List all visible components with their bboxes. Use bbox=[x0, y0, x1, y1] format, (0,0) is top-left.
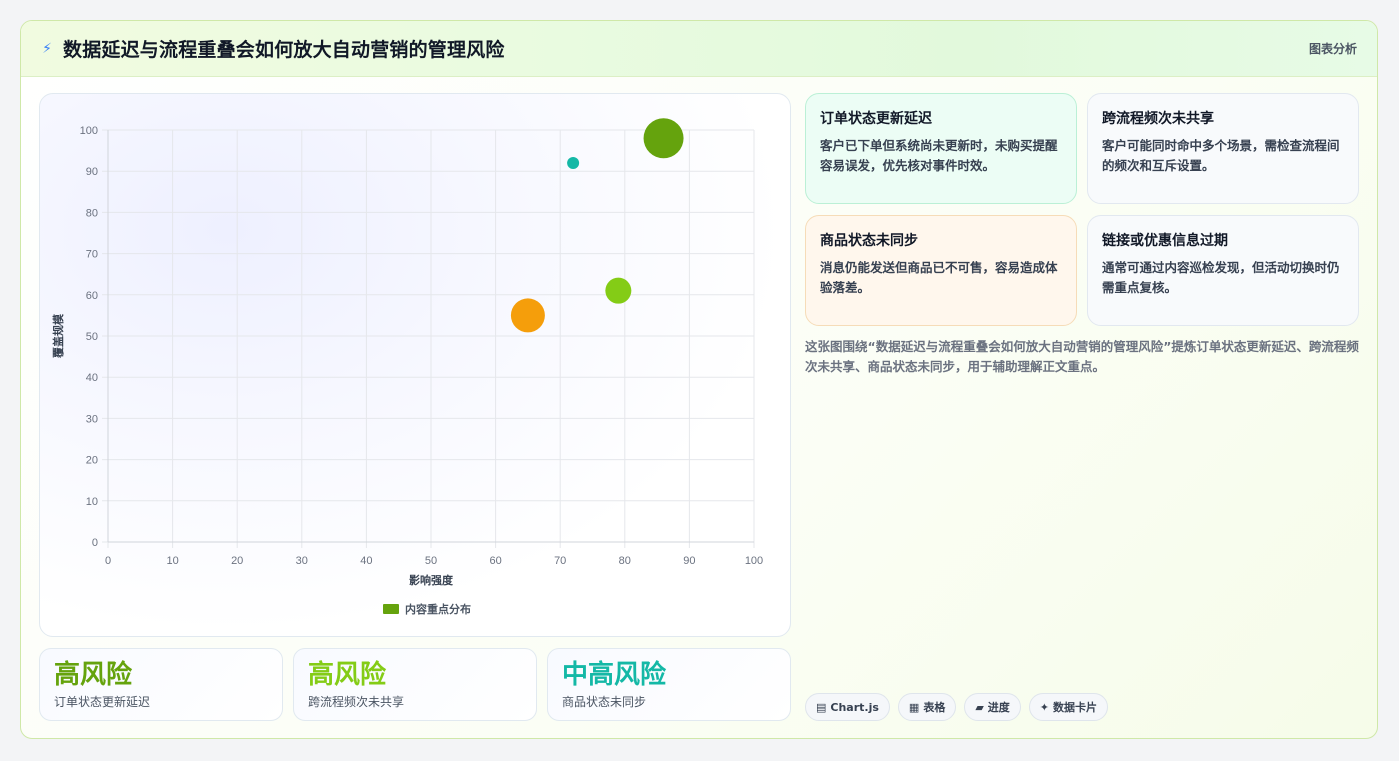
y-tick-label: 10 bbox=[86, 496, 98, 508]
info-card-order-delay: 订单状态更新延迟 客户已下单但系统尚未更新时，未购买提醒容易误发，优先核对事件时… bbox=[805, 93, 1077, 204]
header-left: ⚡ 数据延迟与流程重叠会如何放大自动营销的管理风险 bbox=[41, 35, 505, 62]
chip-label: 表格 bbox=[923, 701, 946, 714]
stat-label: 商品状态未同步 bbox=[562, 695, 647, 709]
y-tick-label: 40 bbox=[86, 372, 98, 384]
chip-label: Chart.js bbox=[830, 700, 879, 714]
chart-icon: ▤ bbox=[816, 700, 827, 714]
page-title: 数据延迟与流程重叠会如何放大自动营销的管理风险 bbox=[63, 39, 505, 61]
chip-label: 进度 bbox=[987, 701, 1010, 714]
x-tick-label: 0 bbox=[105, 555, 111, 567]
x-tick-label: 100 bbox=[745, 555, 763, 567]
chip-chartjs[interactable]: ▤ Chart.js bbox=[805, 693, 890, 721]
x-tick-label: 70 bbox=[554, 555, 566, 567]
y-tick-label: 70 bbox=[86, 249, 98, 261]
chip-row: ▤ Chart.js ▦ 表格 ▰ 进度 ✦ 数据卡片 bbox=[805, 693, 1109, 721]
info-card-frequency: 跨流程频次未共享 客户可能同时命中多个场景，需检查流程间的频次和互斥设置。 bbox=[1087, 93, 1359, 204]
stat-value: 高风险 bbox=[54, 660, 133, 690]
main-card: ⚡ 数据延迟与流程重叠会如何放大自动营销的管理风险 图表分析 0 10 20 30 40… bbox=[20, 20, 1378, 739]
summary-text: 这张图围绕“数据延迟与流程重叠会如何放大自动营销的管理风险”提炼订单状态更新延迟… bbox=[805, 339, 1359, 374]
bolt-icon: ⚡ bbox=[42, 40, 52, 57]
y-tick-label: 30 bbox=[86, 413, 98, 425]
progress-icon: ▰ bbox=[975, 700, 984, 714]
y-tick-label: 90 bbox=[86, 166, 98, 178]
bubble-point bbox=[605, 277, 632, 304]
y-tick-label: 60 bbox=[86, 290, 98, 302]
info-card-text: 通常可通过内容巡检发现，但活动切换时仍需重点复核。 bbox=[1102, 260, 1340, 295]
info-card-title: 订单状态更新延迟 bbox=[820, 111, 932, 127]
y-axis-label: 覆盖规模 bbox=[51, 313, 65, 358]
x-tick-label: 20 bbox=[231, 555, 243, 567]
y-tick-label: 0 bbox=[92, 537, 98, 549]
chip-data-cards[interactable]: ✦ 数据卡片 bbox=[1028, 693, 1109, 721]
info-card-text: 客户已下单但系统尚未更新时，未购买提醒容易误发，优先核对事件时效。 bbox=[820, 138, 1058, 173]
info-card-link-expired: 链接或优惠信息过期 通常可通过内容巡检发现，但活动切换时仍需重点复核。 bbox=[1087, 215, 1359, 326]
sparkle-icon: ✦ bbox=[1039, 700, 1050, 714]
x-tick-label: 30 bbox=[296, 555, 308, 567]
y-tick-label: 50 bbox=[86, 331, 98, 343]
x-tick-label: 50 bbox=[425, 555, 437, 567]
info-card-title: 商品状态未同步 bbox=[820, 233, 918, 249]
info-card-text: 消息仍能发送但商品已不可售，容易造成体验落差。 bbox=[820, 260, 1058, 295]
bubble-point bbox=[510, 298, 545, 333]
header: ⚡ 数据延迟与流程重叠会如何放大自动营销的管理风险 图表分析 bbox=[21, 21, 1377, 77]
x-tick-label: 40 bbox=[360, 555, 372, 567]
info-card-product-sync: 商品状态未同步 消息仍能发送但商品已不可售，容易造成体验落差。 bbox=[805, 215, 1077, 326]
chart-analysis-label: 图表分析 bbox=[1308, 42, 1357, 56]
stat-value: 中高风险 bbox=[562, 660, 667, 690]
bubble-chart: 0 10 20 30 40 50 60 70 80 90 100 0 10 20 30 40 50 60 70 80 9… bbox=[51, 118, 763, 616]
chip-label: 数据卡片 bbox=[1053, 701, 1098, 714]
info-card-title: 跨流程频次未共享 bbox=[1102, 111, 1214, 127]
legend-swatch bbox=[383, 604, 399, 614]
y-tick-label: 20 bbox=[86, 455, 98, 467]
stat-card-3: 中高风险 商品状态未同步 bbox=[547, 648, 791, 721]
table-icon: ▦ bbox=[908, 700, 920, 714]
chart-panel: 0 10 20 30 40 50 60 70 80 90 100 0 10 20 30 40 50 60 70 80 9… bbox=[39, 93, 791, 637]
chip-table[interactable]: ▦ 表格 bbox=[897, 693, 957, 721]
x-tick-label: 10 bbox=[166, 555, 178, 567]
y-tick-label: 100 bbox=[80, 125, 98, 137]
stat-card-1: 高风险 订单状态更新延迟 bbox=[39, 648, 283, 721]
info-card-title: 链接或优惠信息过期 bbox=[1102, 233, 1228, 249]
bubble-point bbox=[567, 156, 580, 169]
y-tick-label: 80 bbox=[86, 207, 98, 219]
info-card-text: 客户可能同时命中多个场景，需检查流程间的频次和互斥设置。 bbox=[1102, 138, 1340, 173]
x-tick-label: 80 bbox=[619, 555, 631, 567]
x-tick-label: 90 bbox=[683, 555, 695, 567]
chip-progress[interactable]: ▰ 进度 bbox=[964, 693, 1021, 721]
stat-value: 高风险 bbox=[308, 660, 387, 690]
stat-label: 订单状态更新延迟 bbox=[54, 695, 151, 709]
stat-label: 跨流程频次未共享 bbox=[308, 695, 405, 709]
x-tick-label: 60 bbox=[489, 555, 501, 567]
stat-card-2: 高风险 跨流程频次未共享 bbox=[293, 648, 537, 721]
legend-label: 内容重点分布 bbox=[405, 602, 471, 616]
bubble-point bbox=[643, 118, 684, 159]
x-axis-label: 影响强度 bbox=[409, 573, 454, 587]
